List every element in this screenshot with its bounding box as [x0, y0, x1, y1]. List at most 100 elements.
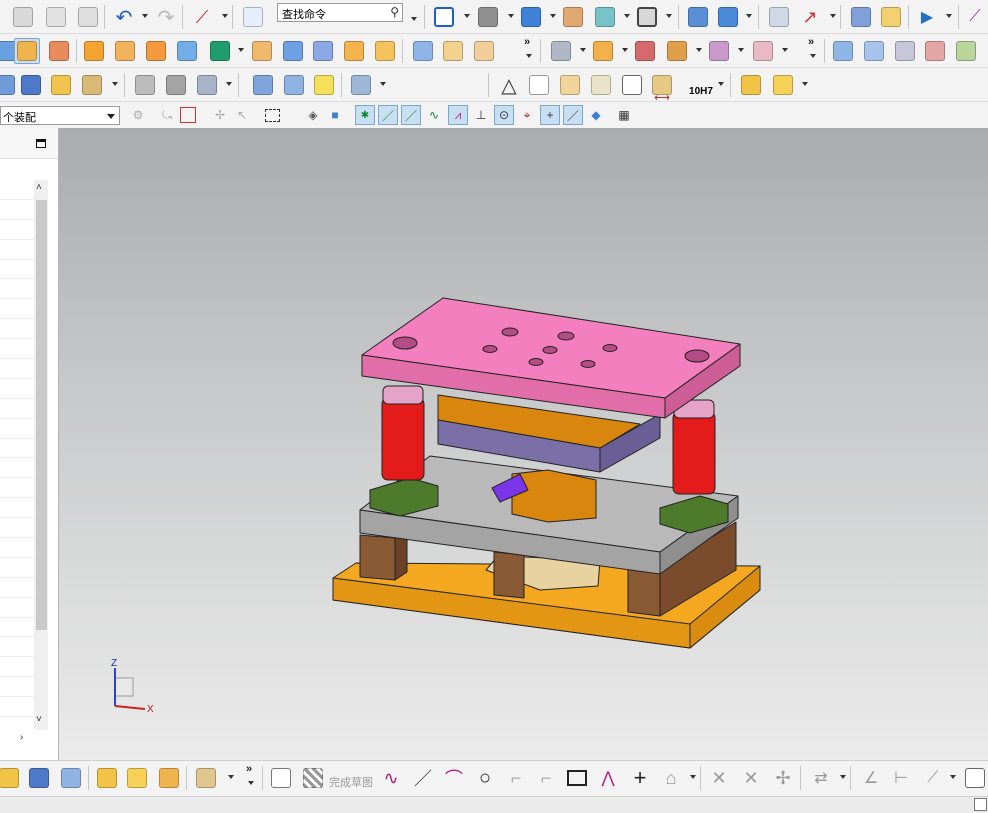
assembly-f-button[interactable]: [156, 765, 182, 791]
auto-constraint-button[interactable]: ⟋: [920, 765, 946, 791]
color-palette-button[interactable]: [878, 4, 904, 30]
note-button[interactable]: [619, 72, 645, 98]
section-view-button[interactable]: [560, 4, 586, 30]
undo-dropdown[interactable]: [142, 14, 148, 18]
scrollbar-thumb[interactable]: [36, 200, 47, 630]
snap-endpoint-button[interactable]: ✱: [355, 105, 375, 125]
snap-curve-button[interactable]: ∿: [424, 105, 444, 125]
rendering-style-dropdown[interactable]: [508, 14, 514, 18]
offset-button[interactable]: [341, 38, 367, 64]
polyline-button[interactable]: ⋀: [595, 765, 621, 791]
fit-view-button[interactable]: [431, 4, 457, 30]
surface-button[interactable]: [830, 38, 856, 64]
sheet-button[interactable]: [440, 38, 466, 64]
tree-row[interactable]: [0, 618, 34, 638]
triangle-button[interactable]: △: [496, 72, 522, 98]
cylinder-button[interactable]: [372, 38, 398, 64]
tree-row[interactable]: [0, 458, 34, 479]
line-button[interactable]: ／: [410, 765, 436, 791]
constraint-button[interactable]: [632, 38, 658, 64]
reposition-dropdown[interactable]: [746, 14, 752, 18]
filter-d-button[interactable]: ✢: [210, 105, 230, 125]
delete-face-button[interactable]: [48, 72, 74, 98]
snap-point-button[interactable]: +: [540, 105, 560, 125]
array-button[interactable]: [143, 38, 169, 64]
balloon-button[interactable]: [588, 72, 614, 98]
snap-grid-button[interactable]: ▦: [614, 105, 634, 125]
select-mode-a-button[interactable]: ◈: [303, 105, 323, 125]
circle-button[interactable]: ○: [472, 765, 498, 791]
snap-view-button[interactable]: ▶: [914, 4, 940, 30]
tree-row[interactable]: [0, 558, 34, 578]
replace-face-button[interactable]: [18, 72, 44, 98]
new-component-dropdown[interactable]: [622, 48, 628, 52]
view-layout-dropdown[interactable]: [666, 14, 672, 18]
wcs-dropdown[interactable]: [222, 14, 228, 18]
box-button[interactable]: [410, 38, 436, 64]
wcs-orient-button[interactable]: ↗: [797, 4, 823, 30]
tree-row[interactable]: [0, 220, 34, 240]
paste-button[interactable]: [75, 4, 101, 30]
toolbar-overflow-dropdown[interactable]: [526, 54, 532, 58]
command-finder-input[interactable]: 查找命令 ⚲: [277, 3, 403, 22]
new-component-button[interactable]: [590, 38, 616, 64]
search-dropdown[interactable]: [411, 17, 417, 21]
tree-row[interactable]: [0, 677, 34, 698]
through-curves-button[interactable]: [861, 38, 887, 64]
sweep-button[interactable]: [280, 38, 306, 64]
assembly-d-button[interactable]: [94, 765, 120, 791]
text-button[interactable]: [79, 72, 105, 98]
offset-curve-button[interactable]: ⌂: [658, 765, 684, 791]
mirror-curve-dropdown[interactable]: [840, 775, 846, 779]
tree-row[interactable]: [0, 478, 34, 499]
tree-row[interactable]: [0, 180, 34, 200]
constraint-sketch-button[interactable]: ∠: [858, 765, 884, 791]
bearing-dropdown[interactable]: [380, 82, 386, 86]
select-mode-b-button[interactable]: ■: [325, 105, 345, 125]
rendering-style-button[interactable]: [475, 4, 501, 30]
edit-object-display-button[interactable]: [848, 4, 874, 30]
assembly-a-button[interactable]: [0, 765, 22, 791]
assembly-b-button[interactable]: [26, 765, 52, 791]
stack-button[interactable]: [738, 72, 764, 98]
assembly-c-button[interactable]: [58, 765, 84, 791]
table-button[interactable]: [526, 72, 552, 98]
redo-button[interactable]: ↷: [153, 4, 179, 30]
point-button[interactable]: +: [627, 765, 653, 791]
draft-dropdown[interactable]: [226, 82, 232, 86]
spring-button[interactable]: [281, 72, 307, 98]
fit-tolerance-dropdown[interactable]: [718, 82, 724, 86]
tree-row[interactable]: [0, 498, 34, 519]
maximize-icon[interactable]: [36, 139, 46, 148]
snap-perp-button[interactable]: ⊥: [471, 105, 491, 125]
add-component-button[interactable]: [548, 38, 574, 64]
exploded-view-dropdown[interactable]: [782, 48, 788, 52]
snap-bounded-button[interactable]: ◆: [586, 105, 606, 125]
tree-row[interactable]: [0, 419, 34, 439]
studio-surface-button[interactable]: [892, 38, 918, 64]
copy-button[interactable]: [43, 4, 69, 30]
tree-row[interactable]: [0, 260, 34, 280]
toolbar-overflow[interactable]: »: [524, 36, 530, 48]
cut-button[interactable]: [10, 4, 36, 30]
fillet-button[interactable]: ⌐: [503, 765, 529, 791]
orient-view-dropdown[interactable]: [550, 14, 556, 18]
analysis-button[interactable]: [953, 38, 979, 64]
relations-button[interactable]: [962, 765, 988, 791]
extrude-button[interactable]: [46, 38, 72, 64]
trim-button[interactable]: ✕: [706, 765, 732, 791]
block-button[interactable]: [249, 38, 275, 64]
selection-scope-select[interactable]: 个装配: [0, 106, 120, 125]
tree-row[interactable]: [0, 339, 34, 360]
information-button[interactable]: [240, 4, 266, 30]
view-layout-button[interactable]: [634, 4, 660, 30]
auto-constraint-dropdown[interactable]: [950, 775, 956, 779]
move-component-button[interactable]: [685, 4, 711, 30]
snap-control-button[interactable]: ／: [401, 105, 421, 125]
tree-row[interactable]: [0, 359, 34, 379]
n-sided-button[interactable]: [922, 38, 948, 64]
undo-button[interactable]: ↶: [111, 4, 137, 30]
background-button[interactable]: [592, 4, 618, 30]
scroll-up-icon[interactable]: ˄: [36, 182, 42, 193]
wcs-orient-dropdown[interactable]: [830, 14, 836, 18]
